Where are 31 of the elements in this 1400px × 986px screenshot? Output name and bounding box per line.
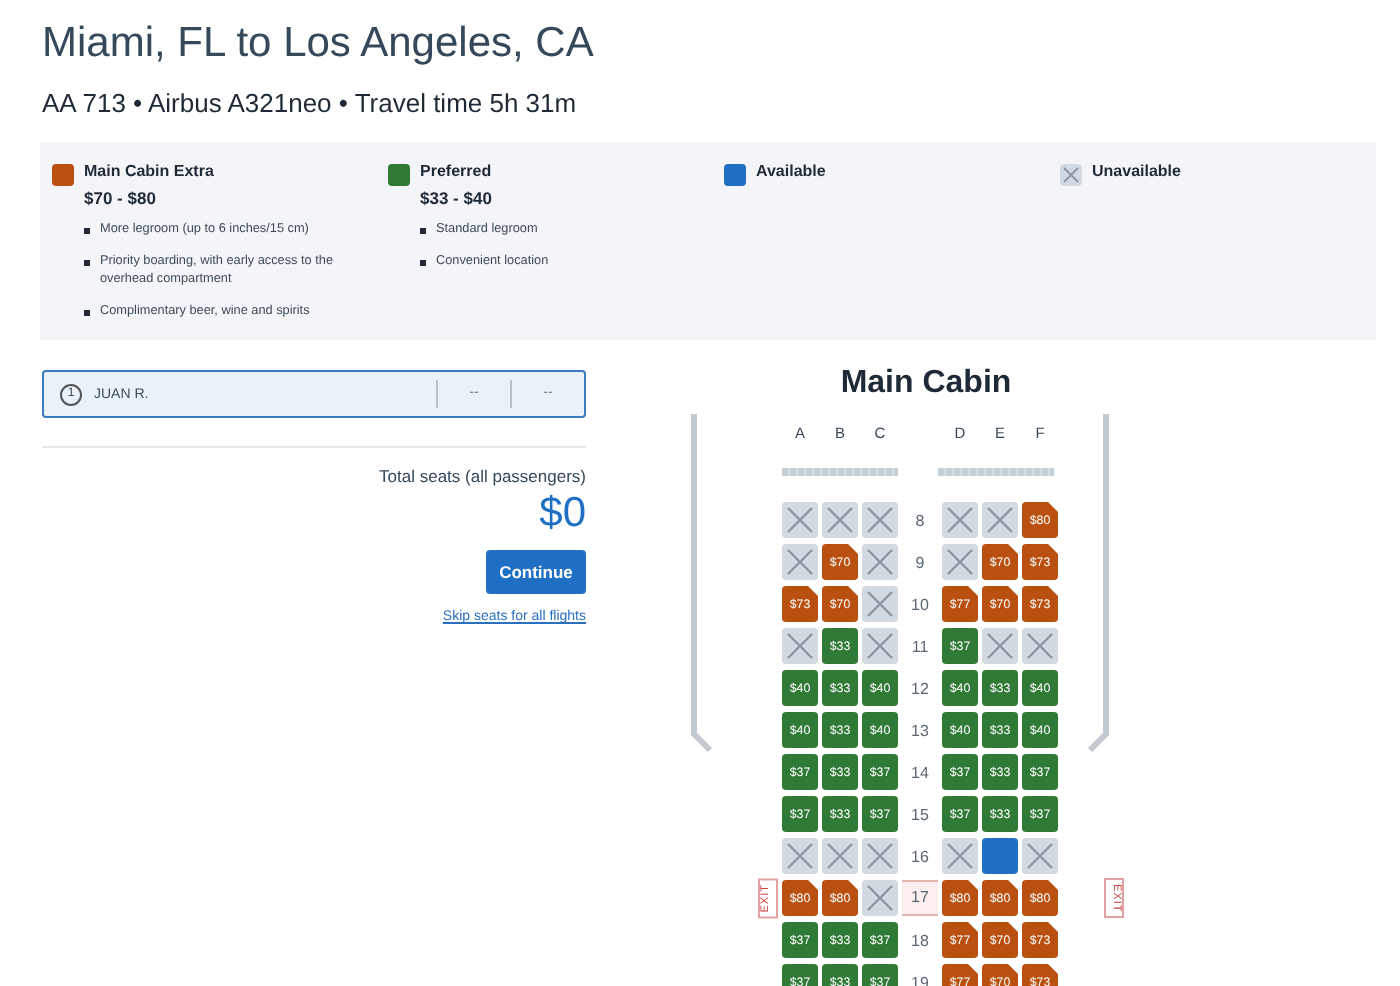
legend-price: $70 - $80 [84,188,158,208]
total-amount: $0 [539,490,586,538]
row-number: 17 [902,880,938,916]
continue-button[interactable]: Continue [486,550,586,594]
row-number: 13 [909,721,931,739]
available-seat[interactable] [982,838,1018,874]
row-number: 18 [909,931,931,949]
row-number: 8 [913,511,927,529]
legend-price: $33 - $40 [420,188,494,208]
legend-name: Unavailable [1092,162,1181,180]
row-number: 15 [909,805,931,823]
route-title: Miami, FL to Los Angeles, CA [42,20,596,68]
bullet-icon [84,309,90,315]
bullet-icon [84,228,90,234]
bullet-icon [420,259,426,265]
row-number: 12 [909,679,931,697]
row-number: 14 [909,763,931,781]
bulkhead-bar [782,468,898,476]
legend-name: Main Cabin Extra [84,162,216,180]
row-number: 11 [909,637,931,655]
bullet-icon [84,259,90,265]
cabin-title: Main Cabin [838,366,1014,402]
legend-name: Available [756,162,826,180]
bullet-icon [420,228,426,234]
legend-name: Preferred [420,162,494,180]
bulkhead-bar [938,468,1054,476]
row-number: 9 [913,553,927,571]
total-label: Total seats (all passengers) [379,466,586,486]
flight-info: AA 713 • Airbus A321neo • Travel time 5h 31m [42,88,579,118]
row-number: 16 [909,847,931,865]
row-number: 10 [909,595,931,613]
